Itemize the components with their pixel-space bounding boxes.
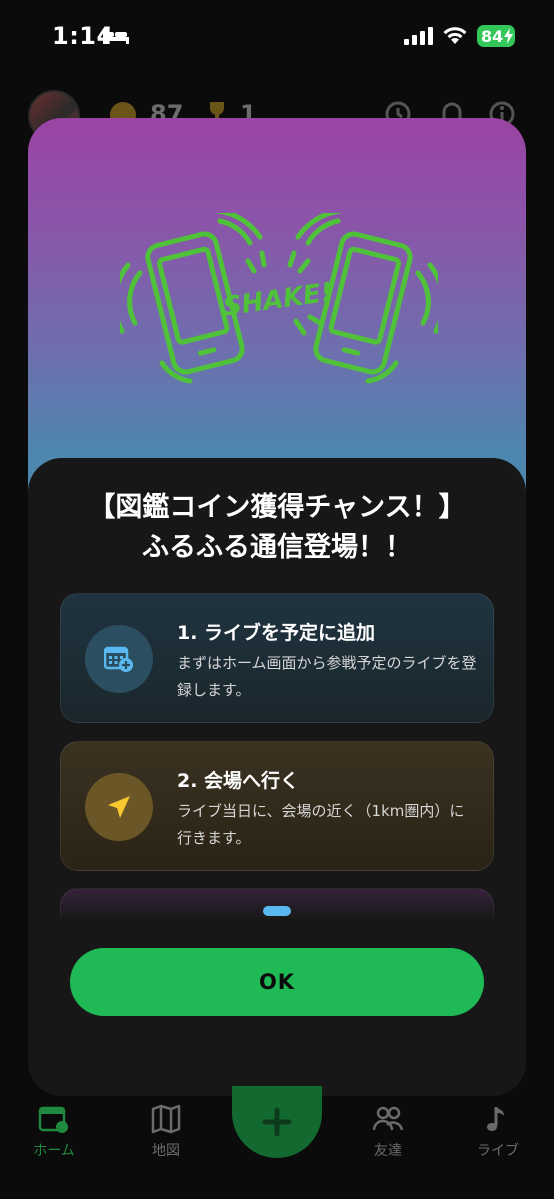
location-arrow-icon — [108, 796, 130, 818]
battery-level: 84 — [481, 26, 504, 46]
status-bar: 1:14 84 — [0, 0, 554, 72]
shake-text: SHAKE! — [221, 277, 334, 322]
page-indicator — [263, 906, 291, 916]
ok-button[interactable]: OK — [70, 948, 484, 1016]
step-icon-circle — [85, 773, 153, 841]
music-note-icon — [487, 1107, 504, 1131]
modal-sheet: 【図鑑コイン獲得チャンス！】 ふるふる通信登場！！ 1. ライブを予定に追加 ま… — [28, 458, 526, 1096]
friends-icon — [372, 1106, 404, 1131]
signal-icon — [404, 27, 433, 45]
tab-home[interactable]: ホーム — [14, 1104, 94, 1160]
add-button[interactable] — [232, 1086, 322, 1158]
modal-title-line2: ふるふる通信登場！！ — [142, 532, 412, 563]
shake-feature-modal: SHAKE! 【図鑑コイン獲得チャンス！】 ふるふる通信登場！！ 1. ライブを… — [28, 118, 526, 1096]
step-icon-circle — [85, 625, 153, 693]
home-calendar-icon — [38, 1106, 68, 1133]
tab-label: 地図 — [152, 1143, 180, 1159]
modal-title: 【図鑑コイン獲得チャンス！】 ふるふる通信登場！！ — [28, 488, 526, 568]
step-description: まずはホーム画面から参戦予定のライブを登録します。 — [177, 654, 477, 699]
step-card-go-venue: 2. 会場へ行く ライブ当日に、会場の近く（1km圏内）に行きます。 — [60, 741, 494, 871]
bed-icon — [103, 29, 129, 44]
step-card-add-live: 1. ライブを予定に追加 まずはホーム画面から参戦予定のライブを登録します。 — [60, 593, 494, 723]
tab-bar: ホーム 地図 友達 ライブ — [0, 1086, 554, 1199]
map-icon — [151, 1104, 181, 1134]
tab-label: 友達 — [374, 1143, 402, 1159]
plus-icon — [262, 1107, 292, 1137]
calendar-add-icon — [104, 646, 133, 672]
step-description: ライブ当日に、会場の近く（1km圏内）に行きます。 — [177, 802, 465, 847]
tab-live[interactable]: ライブ — [458, 1104, 538, 1160]
battery-indicator: 84 — [477, 25, 515, 47]
tab-map[interactable]: 地図 — [126, 1104, 206, 1160]
tab-label: ホーム — [33, 1143, 75, 1159]
shake-phones-illustration: SHAKE! — [120, 213, 438, 384]
step-title: 2. 会場へ行く — [177, 770, 300, 792]
wifi-icon — [443, 27, 467, 44]
charging-bolt-icon — [504, 28, 513, 44]
tab-label: ライブ — [477, 1143, 519, 1159]
modal-title-line1: 【図鑑コイン獲得チャンス！】 — [88, 492, 466, 523]
tab-friends[interactable]: 友達 — [348, 1104, 428, 1160]
step-title: 1. ライブを予定に追加 — [177, 622, 376, 644]
